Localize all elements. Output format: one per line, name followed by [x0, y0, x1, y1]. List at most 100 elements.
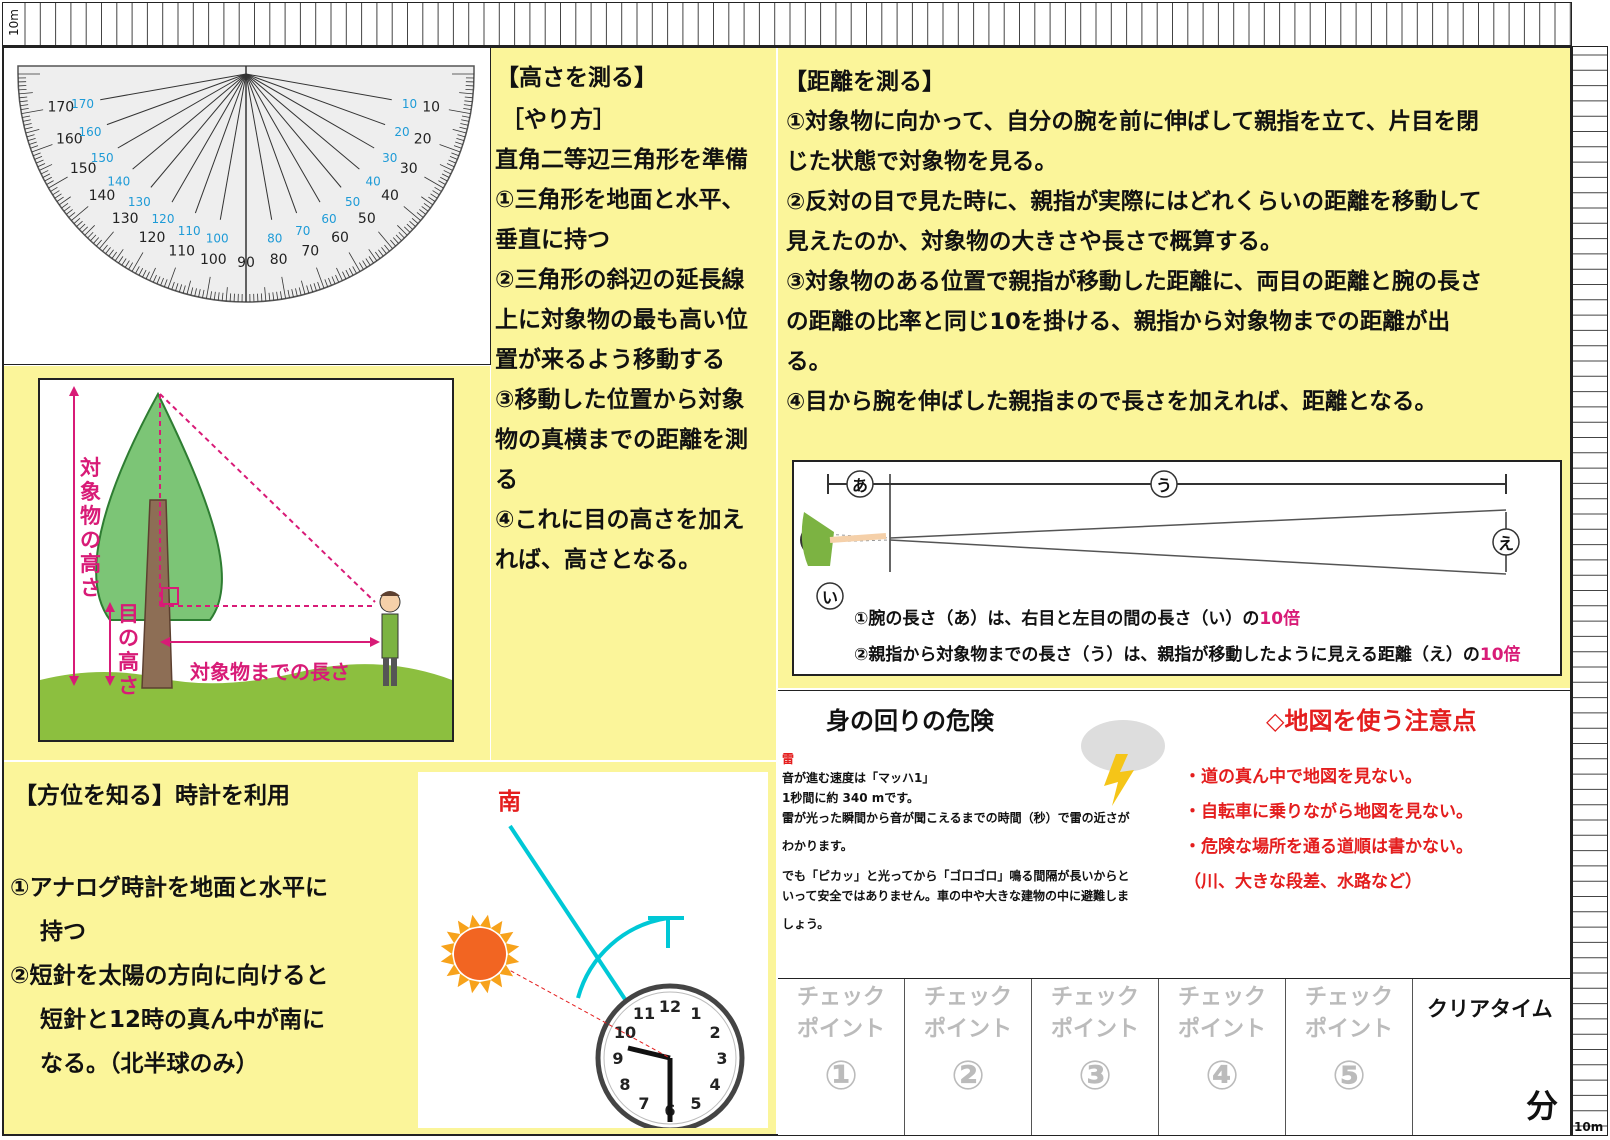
sun-ray [480, 914, 491, 929]
checkpoint-label: チェック [1050, 985, 1139, 1010]
checkpoint-label: ポイント [1050, 1017, 1139, 1042]
protractor-inner-label: 10 [402, 97, 417, 111]
map-item: ・危険な場所を通る道順は書かない。 [1184, 837, 1473, 857]
distance-line: ②反対の目で見た時に、親指が実際にはどれくらいの距離を移動して [786, 189, 1482, 215]
top-ruler: 10m [2, 2, 1572, 46]
map-item: （川、大きな段差、水路など） [1184, 872, 1422, 892]
note1-ratio: 10倍 [1259, 609, 1301, 629]
protractor-inner-label: 50 [345, 195, 360, 209]
height-step: ②三角形の斜辺の延長線 [495, 267, 745, 293]
sun-ray [505, 954, 520, 965]
clock-number: 5 [690, 1094, 701, 1113]
distance-line: ①対象物に向かって、自分の腕を前に伸ばして親指を立て、片目を閉 [786, 109, 1479, 135]
thunder-line: しょう。 [782, 917, 830, 931]
thunder-line: いって安全ではありません。車の中や大きな建物の中に避難しま [782, 889, 1130, 903]
checkpoint-2[interactable]: チェック ポイント ② [905, 979, 1032, 1135]
protractor-outer-label: 40 [381, 188, 399, 204]
protractor-outer-label: 20 [414, 131, 432, 147]
direction-step: ②短針を太陽の方向に向けると [10, 963, 329, 989]
checkpoint-number: ② [951, 1053, 985, 1099]
height-text-panel: 【高さを測る】 ［やり方］ 直角二等辺三角形を準備 ①三角形を地面と水平、 垂直… [491, 48, 776, 760]
protractor-inner-label: 70 [295, 224, 310, 238]
protractor-outer-label: 100 [200, 252, 227, 268]
note2-ratio: 10倍 [1479, 645, 1521, 665]
protractor-outer-label: 110 [168, 244, 195, 260]
protractor-image: 1020304050607080901001101201301401501601… [17, 65, 475, 303]
clock-number: 8 [619, 1075, 630, 1094]
clear-time-unit: 分 [1525, 1087, 1558, 1125]
distance-line: じた状態で対象物を見る。 [786, 149, 1058, 175]
distance-diagram: あ う え い ①腕の長さ（あ）は、右目と左目の間の長さ（い）の10倍 ②親指か… [792, 460, 1562, 676]
height-step: ③移動した位置から対象 [495, 387, 745, 413]
distance-note-2: ②親指から対象物までの長さ（う）は、親指が移動したように見える距離（え）の10倍 [854, 640, 1521, 665]
clock-number: 11 [633, 1004, 655, 1023]
protractor-inner-label: 40 [366, 175, 381, 189]
protractor-inner-label: 160 [79, 125, 102, 139]
protractor-outer-label: 10 [422, 100, 440, 116]
direction-step: ①アナログ時計を地面と水平に [10, 875, 329, 901]
map-title: ◇地図を使う注意点 [1266, 707, 1477, 735]
distance-label: 対象物までの長さ [190, 660, 350, 684]
height-step: 直角二等辺三角形を準備 [495, 147, 748, 173]
protractor-inner-label: 100 [206, 231, 229, 245]
clear-time-box[interactable]: クリアタイム 分 [1413, 979, 1570, 1135]
checkpoint-label: チェック [796, 985, 885, 1010]
height-step: 物の真横までの距離を測 [495, 427, 748, 453]
protractor-outer-label: 80 [270, 252, 288, 268]
thunder-title: 雷 [782, 752, 795, 766]
distance-line: 見えたのか、対象物の大きさや長さで概算する。 [786, 229, 1283, 255]
clock-diagram: 121234567891011 南 [418, 772, 768, 1133]
protractor-outer-label: 70 [301, 244, 319, 260]
protractor-outer-label: 30 [400, 161, 418, 177]
protractor-inner-label: 110 [178, 224, 201, 238]
eye-height-label: 目の高さ [118, 602, 139, 698]
clock-number: 1 [690, 1004, 701, 1023]
sun-ray [469, 914, 481, 929]
height-step: 置が来るよう移動する [495, 347, 725, 373]
height-diagram: 対象物の高さ 目の高さ 対象物までの長さ [38, 378, 454, 742]
thunder-line: 音が進む速度は「マッハ1」 [782, 771, 935, 785]
note2-text: ②親指から対象物までの長さ（う）は、親指が移動したように見える距離（え）の [854, 645, 1480, 665]
sun-ray [469, 979, 480, 994]
sun-ray [505, 943, 520, 955]
distance-line: の距離の比率と同じ10を掛ける、親指から対象物までの距離が出 [786, 309, 1451, 335]
checkpoint-4[interactable]: チェック ポイント ④ [1159, 979, 1286, 1135]
checkpoint-row: チェック ポイント ① チェック ポイント ② チェック ポイント ③ チェック… [778, 978, 1570, 1135]
note1-text: ①腕の長さ（あ）は、右目と左目の間の長さ（い）の [854, 609, 1260, 629]
checkpoint-3[interactable]: チェック ポイント ③ [1032, 979, 1159, 1135]
sun-ray [479, 979, 491, 994]
protractor-inner-label: 150 [91, 151, 114, 165]
thunder-line: 1秒間に約 340 mです。 [782, 791, 920, 805]
checkpoint-1[interactable]: チェック ポイント ① [778, 979, 905, 1135]
direction-step: 持つ [40, 919, 86, 945]
clock-number: 7 [638, 1094, 649, 1113]
protractor-tick [18, 88, 27, 91]
height-steps: 直角二等辺三角形を準備 ①三角形を地面と水平、 垂直に持つ ②三角形の斜辺の延長… [495, 140, 748, 580]
protractor-tick [229, 293, 232, 302]
sun-icon [454, 928, 506, 980]
clock-number: 10 [614, 1023, 636, 1042]
protractor-outer-label: 60 [331, 230, 349, 246]
sun-ray [440, 953, 455, 965]
checkpoint-number: ① [824, 1053, 858, 1099]
checkpoint-number: ③ [1078, 1053, 1112, 1099]
protractor-panel: 10 20 30 40 50 60 70 80 90 100 110 120 130 140 150 160 1… [4, 48, 491, 365]
height-step: れば、高さとなる。 [495, 547, 702, 573]
map-item: ・自転車に乗りながら地図を見ない。 [1184, 802, 1473, 822]
map-item: ・道の真ん中で地図を見ない。 [1184, 767, 1422, 787]
height-title: 【高さを測る】 [496, 65, 657, 91]
height-step: 垂直に持つ [495, 227, 610, 253]
protractor-inner-label: 130 [128, 195, 151, 209]
protractor-outer-label: 140 [89, 188, 116, 204]
checkpoint-5[interactable]: チェック ポイント ⑤ [1286, 979, 1413, 1135]
top-ruler-ticks [24, 3, 1571, 45]
checkpoint-label: チェック [1177, 985, 1266, 1010]
clock-number: 2 [709, 1023, 720, 1042]
checkpoint-label: ポイント [1304, 1017, 1393, 1042]
height-step: る [495, 467, 518, 493]
checkpoint-label: ポイント [923, 1017, 1012, 1042]
height-step: ④これに目の高さを加え [495, 507, 745, 533]
info-body: 雷 音が進む速度は「マッハ1」 1秒間に約 340 mです。 雷が光った瞬間から… [778, 720, 1570, 978]
sun-ray [440, 943, 455, 954]
map-items: ・道の真ん中で地図を見ない。 ・自転車に乗りながら地図を見ない。 ・危険な場所を… [1184, 760, 1473, 900]
